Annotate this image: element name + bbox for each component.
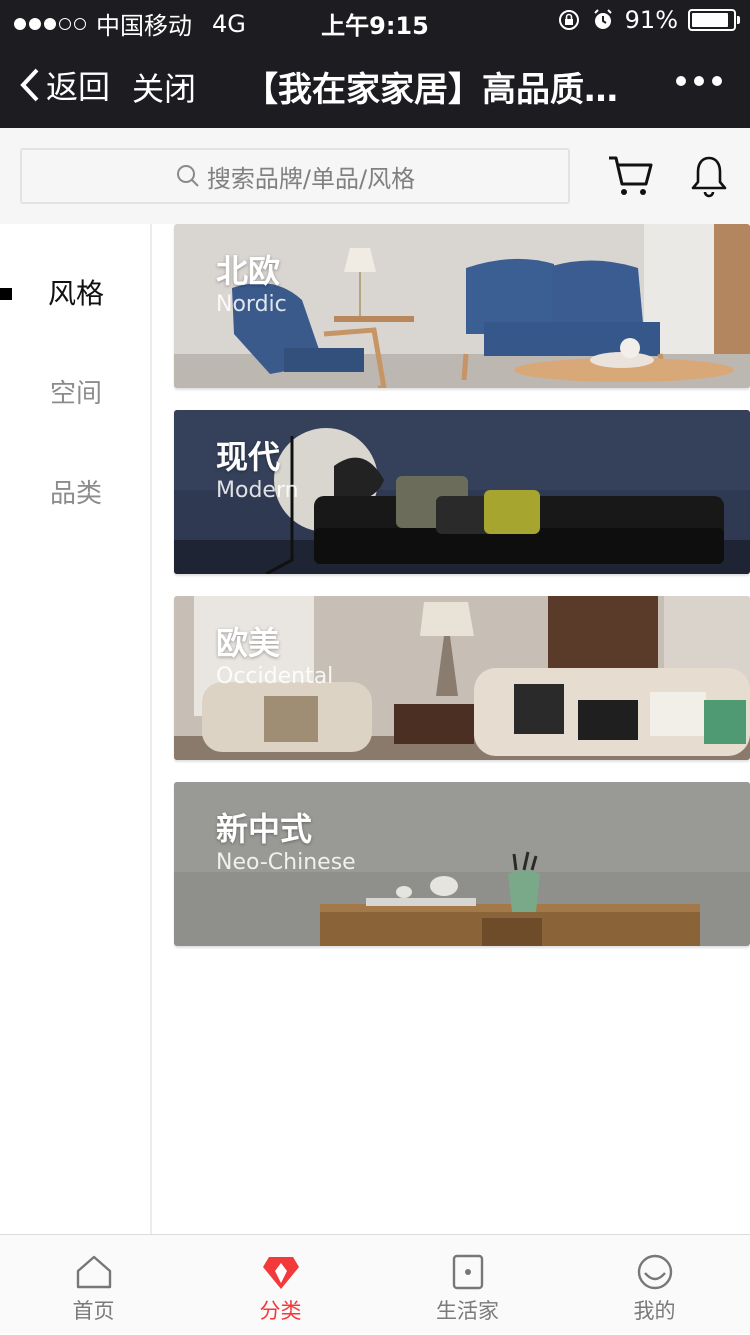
sidebar-item-label: 品类	[49, 479, 102, 509]
search-placeholder: 搜索品牌/单品/风格	[206, 164, 416, 193]
sidebar-item-space[interactable]: 空间	[0, 364, 152, 424]
more-button[interactable]	[676, 76, 722, 86]
diamond-icon	[262, 1257, 299, 1289]
tab-bar: 首页 分类 生活家 我的	[0, 1234, 750, 1334]
nav-bar: 返回 关闭 【我在家家居】高品质…	[0, 40, 750, 128]
style-card-neo-chinese[interactable]: 新中式 Neo-Chinese	[174, 782, 750, 946]
sidebar-item-label: 风格	[47, 277, 104, 310]
bell-icon[interactable]	[690, 154, 728, 198]
card-subtitle: Neo-Chinese	[216, 850, 356, 875]
alarm-icon	[593, 9, 612, 29]
card-title: 欧美	[216, 624, 281, 662]
tab-label: 我的	[633, 1299, 676, 1323]
home-icon	[76, 1255, 111, 1289]
status-bar: 中国移动 4G 上午9:15 91%	[0, 0, 750, 40]
sidebar-item-category[interactable]: 品类	[0, 464, 152, 524]
battery-percent: 91%	[624, 6, 678, 34]
more-dot-icon	[712, 76, 722, 86]
style-card-occidental[interactable]: 欧美 Occidental	[174, 596, 750, 760]
back-label: 返回	[46, 68, 111, 106]
tab-home[interactable]: 首页	[0, 1235, 187, 1335]
category-sidebar: 风格 空间 品类	[0, 224, 152, 1234]
card-subtitle: Nordic	[216, 292, 287, 317]
more-dot-icon	[694, 76, 704, 86]
cart-icon[interactable]	[606, 154, 654, 198]
back-button[interactable]: 返回	[18, 62, 110, 108]
search-row: 搜索品牌/单品/风格	[0, 128, 750, 224]
door-icon	[452, 1254, 483, 1290]
close-button[interactable]: 关闭	[132, 64, 196, 110]
tab-category[interactable]: 分类	[187, 1235, 374, 1335]
top-bar: 中国移动 4G 上午9:15 91% 返回 关闭 【我在家家居】高品质…	[0, 0, 750, 128]
search-icon	[176, 165, 199, 187]
style-card-modern[interactable]: 现代 Modern	[174, 410, 750, 574]
smile-icon	[637, 1254, 672, 1290]
more-dot-icon	[676, 76, 686, 86]
active-marker	[0, 288, 12, 300]
card-title: 现代	[216, 438, 281, 476]
sidebar-item-label: 空间	[49, 379, 102, 409]
chevron-left-icon	[20, 68, 39, 102]
tab-label: 分类	[259, 1299, 302, 1323]
tab-mine[interactable]: 我的	[561, 1235, 748, 1335]
style-card-nordic[interactable]: 北欧 Nordic	[174, 224, 750, 388]
card-title: 北欧	[216, 252, 281, 290]
tab-label: 生活家	[436, 1299, 499, 1323]
sidebar-item-style[interactable]: 风格	[0, 264, 152, 324]
tab-label: 首页	[72, 1299, 115, 1323]
rotation-lock-icon	[558, 10, 579, 30]
card-title: 新中式	[216, 810, 313, 848]
tab-lifestyle[interactable]: 生活家	[374, 1235, 561, 1335]
card-subtitle: Occidental	[216, 664, 334, 689]
page-title: 【我在家家居】高品质…	[244, 70, 618, 110]
battery-icon	[688, 9, 740, 31]
card-subtitle: Modern	[216, 478, 299, 503]
search-input[interactable]: 搜索品牌/单品/风格	[20, 148, 570, 204]
